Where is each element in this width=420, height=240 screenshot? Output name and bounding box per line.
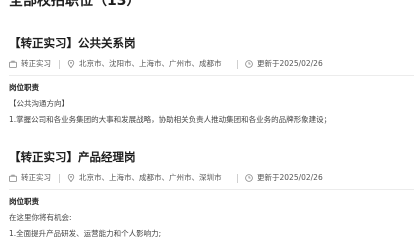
job-meta: 转正实习 北京市、上海市、成都市、广州市、深圳市 更新于2025/02/26 — [9, 171, 414, 185]
description-line: 1.全面提升产品研发、运营能力和个人影响力; — [9, 229, 162, 238]
job-title[interactable]: 【转正实习】产品经理岗 — [9, 149, 414, 165]
meta-divider — [237, 174, 238, 183]
card-divider — [9, 189, 414, 190]
job-location: 北京市、上海市、成都市、广州市、深圳市 — [67, 171, 222, 185]
job-type-label: 转正实习 — [21, 173, 51, 182]
job-type-label: 转正实习 — [21, 59, 51, 68]
job-updated-date: 更新于2025/02/26 — [257, 173, 323, 182]
meta-divider — [237, 60, 238, 69]
job-card[interactable]: 【转正实习】公共关系岗 转正实习 北京市、沈阳市、上海市、广州市、成都市 更新于… — [9, 35, 414, 126]
section-label-responsibilities: 岗位职责 — [9, 197, 39, 206]
description-line: 【公共沟通方向】 — [9, 99, 69, 108]
description-line: 在这里你将有机会: — [9, 213, 72, 222]
job-location: 北京市、沈阳市、上海市、广州市、成都市 — [67, 57, 222, 71]
location-pin-icon — [67, 60, 75, 68]
job-updated: 更新于2025/02/26 — [245, 57, 323, 71]
job-card[interactable]: 【转正实习】产品经理岗 转正实习 北京市、上海市、成都市、广州市、深圳市 更新于… — [9, 149, 414, 240]
job-updated: 更新于2025/02/26 — [245, 171, 323, 185]
card-divider — [9, 75, 414, 76]
location-pin-icon — [67, 174, 75, 182]
clock-icon — [245, 174, 253, 182]
page-title: 全部校招职位（13） — [9, 0, 141, 9]
job-meta: 转正实习 北京市、沈阳市、上海市、广州市、成都市 更新于2025/02/26 — [9, 57, 414, 71]
description-line: 1.掌握公司和各业务集团的大事和发展战略，协助相关负责人推动集团和各业务的品牌形… — [9, 115, 332, 124]
meta-divider — [59, 174, 60, 183]
job-updated-date: 更新于2025/02/26 — [257, 59, 323, 68]
section-label-responsibilities: 岗位职责 — [9, 83, 39, 92]
job-title[interactable]: 【转正实习】公共关系岗 — [9, 35, 414, 51]
meta-divider — [59, 60, 60, 69]
briefcase-icon — [9, 174, 17, 182]
job-type: 转正实习 — [9, 171, 51, 185]
job-type: 转正实习 — [9, 57, 51, 71]
job-cities: 北京市、沈阳市、上海市、广州市、成都市 — [79, 59, 222, 68]
job-cities: 北京市、上海市、成都市、广州市、深圳市 — [79, 173, 222, 182]
briefcase-icon — [9, 60, 17, 68]
clock-icon — [245, 60, 253, 68]
